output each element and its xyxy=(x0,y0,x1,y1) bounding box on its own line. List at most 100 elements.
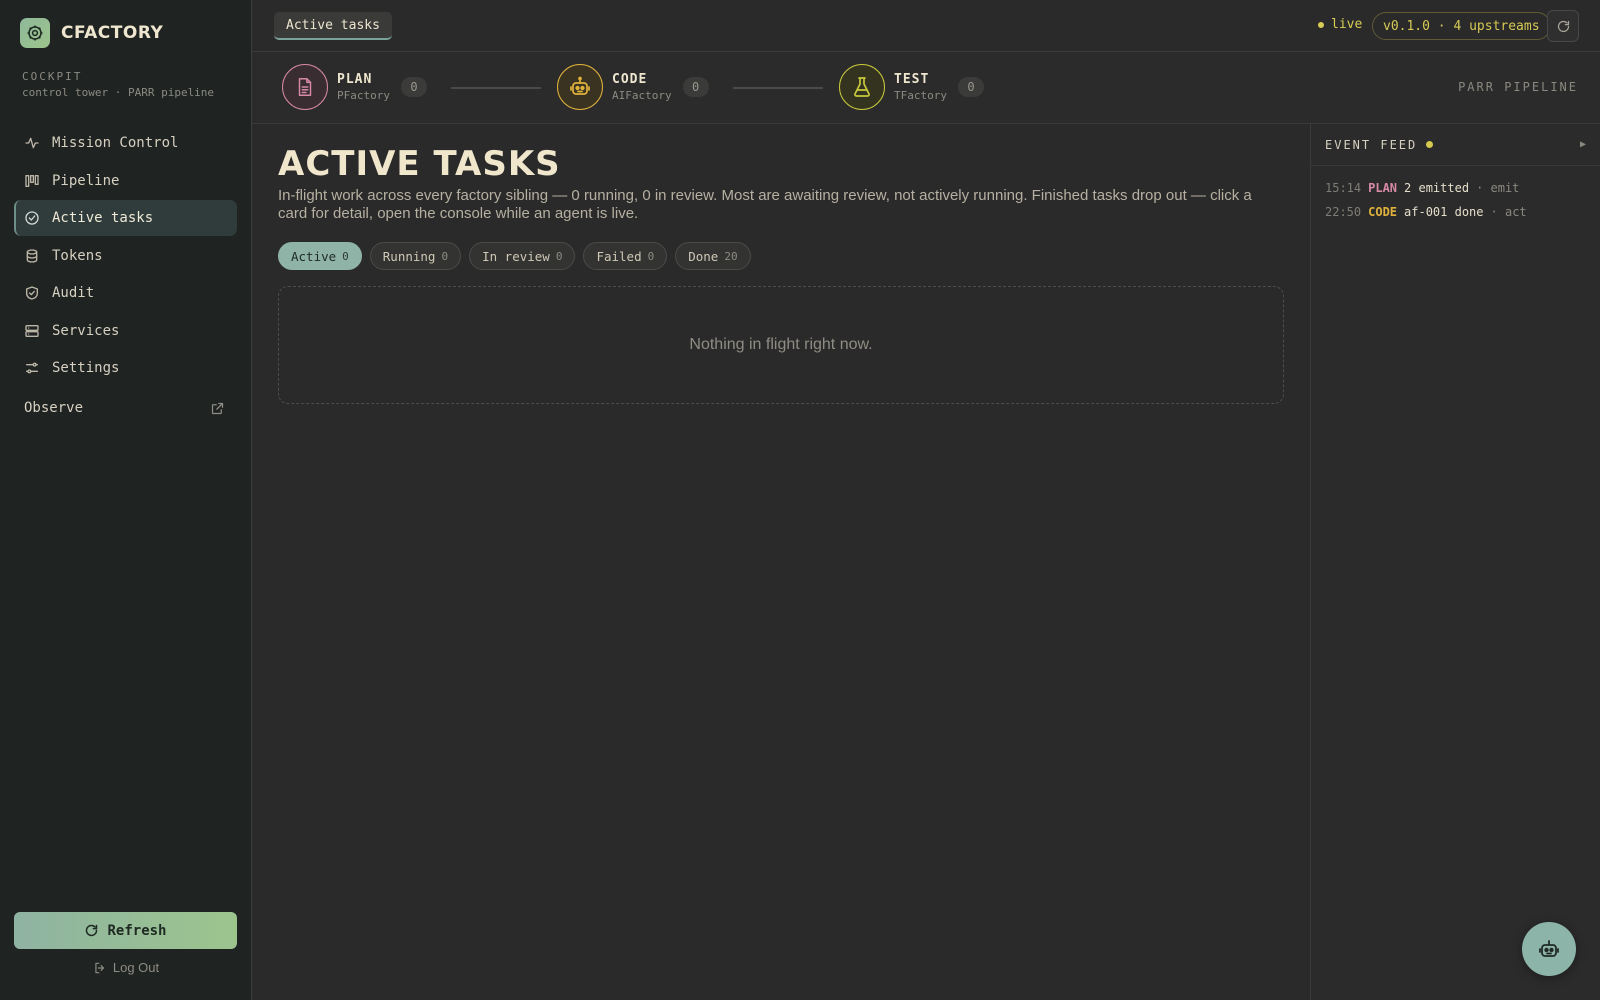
event-time: 22:50 xyxy=(1325,205,1362,219)
stage-connector xyxy=(451,87,541,89)
section-label: COCKPIT xyxy=(22,70,83,83)
sidebar-item-label: Pipeline xyxy=(52,172,120,189)
event-time: 15:14 xyxy=(1325,181,1362,195)
sidebar-item-label: Active tasks xyxy=(52,210,154,226)
assistant-button[interactable] xyxy=(1522,922,1576,976)
filter-count: 20 xyxy=(724,249,738,263)
stage-name: TEST xyxy=(894,72,930,87)
pipeline-strip: PLAN PFactory 0 CODE AIFactory 0 TEST TF… xyxy=(252,52,1600,124)
activity-icon xyxy=(25,137,39,149)
event-kind: · emit xyxy=(1476,181,1520,195)
stage-count: 0 xyxy=(957,77,984,97)
shield-check-icon xyxy=(26,286,38,300)
logout-link[interactable]: Log Out xyxy=(0,960,252,975)
event-feed-header: EVENT FEED ▶ xyxy=(1311,124,1600,166)
live-status: live xyxy=(1318,17,1362,32)
version-badge: v0.1.0 · 4 upstreams xyxy=(1372,12,1551,40)
sidebar-item-label: Audit xyxy=(52,285,95,301)
sidebar-item-mission-control[interactable]: Mission Control xyxy=(14,125,237,161)
event-kind: · act xyxy=(1490,205,1527,219)
live-dot-icon xyxy=(1318,21,1324,28)
stage-factory: TFactory xyxy=(894,89,947,102)
external-link-icon xyxy=(211,402,224,414)
sliders-icon xyxy=(26,362,38,374)
sidebar-item-settings[interactable]: Settings xyxy=(14,350,237,386)
section-subtitle: control tower · PARR pipeline xyxy=(22,86,215,99)
event-feed: EVENT FEED ▶ 15:14 PLAN 2 emitted · emit… xyxy=(1310,124,1600,1000)
robot-icon xyxy=(557,64,603,110)
sidebar-item-pipeline[interactable]: Pipeline xyxy=(14,163,237,199)
event-row[interactable]: 15:14 PLAN 2 emitted · emit xyxy=(1325,176,1586,200)
event-stage: CODE xyxy=(1368,205,1398,219)
topbar-refresh-button[interactable] xyxy=(1547,10,1579,42)
server-icon xyxy=(25,324,39,337)
document-icon xyxy=(282,64,328,110)
filter-count: 0 xyxy=(342,249,349,263)
live-label: live xyxy=(1331,17,1363,32)
event-message: af-001 done xyxy=(1404,205,1484,219)
stage-count: 0 xyxy=(400,77,427,97)
filter-running[interactable]: Running 0 xyxy=(369,242,462,270)
stage-count: 0 xyxy=(682,77,709,97)
breadcrumb[interactable]: Active tasks xyxy=(274,12,392,40)
cog-logo-icon xyxy=(20,18,50,48)
event-message: 2 emitted xyxy=(1404,181,1470,195)
feed-live-dot-icon xyxy=(1426,141,1434,148)
stage-factory: AIFactory xyxy=(612,89,672,102)
sidebar: CFACTORY COCKPIT control tower · PARR pi… xyxy=(0,0,252,1000)
filter-label: Done xyxy=(688,248,719,264)
sidebar-item-audit[interactable]: Audit xyxy=(14,275,237,311)
stage-name: PLAN xyxy=(337,72,373,87)
event-row[interactable]: 22:50 CODE af-001 done · act xyxy=(1325,200,1586,224)
filter-label: Active xyxy=(291,248,337,264)
stage-name: CODE xyxy=(612,72,648,87)
pipeline-label: PARR PIPELINE xyxy=(1458,80,1578,94)
topbar: Active tasks live v0.1.0 · 4 upstreams xyxy=(252,0,1600,52)
stage-test[interactable]: TEST TFactory 0 xyxy=(839,64,984,110)
filter-label: Running xyxy=(382,248,436,264)
database-icon xyxy=(26,248,38,263)
sidebar-nav: Mission Control Pipeline Active tasks To… xyxy=(14,125,237,388)
observe-label: Observe xyxy=(24,400,84,416)
observe-link[interactable]: Observe xyxy=(14,390,237,426)
filter-count: 0 xyxy=(555,249,563,263)
sidebar-item-label: Settings xyxy=(52,360,120,376)
kanban-icon xyxy=(25,174,39,187)
logout-icon xyxy=(95,962,104,973)
refresh-label: Refresh xyxy=(107,922,167,939)
event-list: 15:14 PLAN 2 emitted · emit 22:50 CODE a… xyxy=(1311,166,1600,234)
refresh-icon xyxy=(1557,20,1569,32)
filter-failed[interactable]: Failed 0 xyxy=(583,242,668,270)
stage-factory: PFactory xyxy=(337,89,390,102)
app-name: CFACTORY xyxy=(61,23,164,43)
sidebar-item-tokens[interactable]: Tokens xyxy=(14,238,237,274)
brand[interactable]: CFACTORY xyxy=(20,18,163,48)
filter-count: 0 xyxy=(647,249,655,263)
stage-connector xyxy=(733,87,823,89)
stage-plan[interactable]: PLAN PFactory 0 xyxy=(282,64,427,110)
filter-active[interactable]: Active 0 xyxy=(278,242,362,270)
page-description: In-flight work across every factory sibl… xyxy=(278,187,1252,222)
sidebar-item-label: Services xyxy=(52,322,120,339)
filter-done[interactable]: Done 20 xyxy=(675,242,751,270)
empty-state: Nothing in flight right now. xyxy=(278,286,1284,404)
flask-icon xyxy=(839,64,885,110)
logout-label: Log Out xyxy=(112,960,160,975)
event-stage: PLAN xyxy=(1368,181,1398,195)
filter-in-review[interactable]: In review 0 xyxy=(469,242,576,270)
sidebar-item-active-tasks[interactable]: Active tasks xyxy=(14,200,237,236)
page-title: ACTIVE TASKS xyxy=(278,144,561,184)
main-content: ACTIVE TASKS In-flight work across every… xyxy=(252,124,1310,1000)
check-circle-icon xyxy=(25,211,39,225)
sidebar-item-label: Tokens xyxy=(52,247,103,264)
sidebar-item-services[interactable]: Services xyxy=(14,313,237,349)
robot-icon xyxy=(1539,940,1559,957)
refresh-button[interactable]: Refresh xyxy=(14,912,237,949)
event-feed-title: EVENT FEED xyxy=(1325,137,1418,152)
filter-label: Failed xyxy=(596,248,642,264)
filter-chips: Active 0 Running 0 In review 0 Failed 0 … xyxy=(278,242,751,270)
collapse-toggle-icon[interactable]: ▶ xyxy=(1580,139,1586,150)
stage-code[interactable]: CODE AIFactory 0 xyxy=(557,64,709,110)
filter-label: In review xyxy=(482,248,550,264)
sidebar-item-label: Mission Control xyxy=(52,135,179,151)
